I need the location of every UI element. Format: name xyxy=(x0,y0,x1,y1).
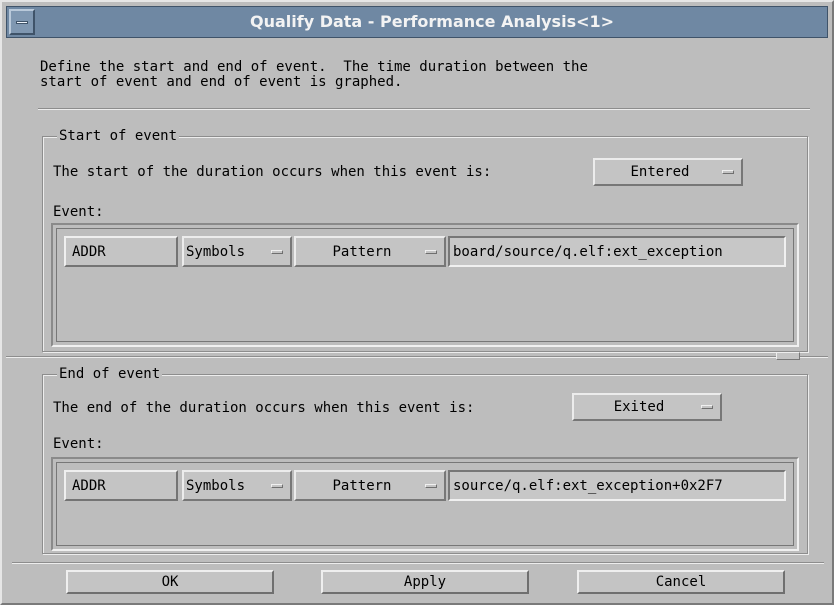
start-event-label: Event: xyxy=(53,204,104,220)
end-mode-value: Pattern xyxy=(332,477,392,494)
description-separator xyxy=(38,108,810,110)
option-menu-indicator-icon xyxy=(271,249,283,254)
end-group-legend: End of event xyxy=(57,365,163,383)
window-title: Qualify Data - Performance Analysis<1> xyxy=(249,12,615,31)
end-event-label: Event: xyxy=(53,436,104,452)
ok-button[interactable]: OK xyxy=(66,570,274,594)
title-bar[interactable]: Qualify Data - Performance Analysis<1> xyxy=(6,6,828,38)
end-format-value: Symbols xyxy=(186,477,246,494)
end-event-list: ADDR Symbols Pattern source/q.elf:ext_ex… xyxy=(51,457,799,551)
end-prompt-label: The end of the duration occurs when this… xyxy=(53,400,475,416)
end-mode-option-menu[interactable]: Pattern xyxy=(294,470,446,501)
end-format-option-menu[interactable]: Symbols xyxy=(182,470,292,501)
window-menu-button[interactable] xyxy=(9,9,35,35)
start-when-value: Entered xyxy=(630,164,690,180)
option-menu-indicator-icon xyxy=(271,483,283,488)
pane-sash xyxy=(6,356,828,358)
apply-button[interactable]: Apply xyxy=(321,570,529,594)
start-of-event-group: Start of event The start of the duration… xyxy=(42,127,808,352)
start-prompt-label: The start of the duration occurs when th… xyxy=(53,164,492,180)
start-mode-value: Pattern xyxy=(332,243,392,260)
start-event-value-field[interactable]: board/source/q.elf:ext_exception xyxy=(448,236,786,267)
start-bus-button[interactable]: ADDR xyxy=(64,236,178,267)
cancel-button[interactable]: Cancel xyxy=(577,570,785,594)
start-event-list: ADDR Symbols Pattern board/source/q.elf:… xyxy=(51,223,799,347)
option-menu-indicator-icon xyxy=(722,170,734,174)
start-group-legend: Start of event xyxy=(57,127,180,145)
end-when-option-menu[interactable]: Exited xyxy=(572,393,722,421)
window-menu-icon xyxy=(16,21,28,24)
pane-sash-handle[interactable] xyxy=(776,352,800,360)
start-format-value: Symbols xyxy=(186,243,246,260)
dialog-window: Qualify Data - Performance Analysis<1> D… xyxy=(0,0,834,605)
start-format-option-menu[interactable]: Symbols xyxy=(182,236,292,267)
start-mode-option-menu[interactable]: Pattern xyxy=(294,236,446,267)
end-when-value: Exited xyxy=(613,399,665,415)
end-bus-button[interactable]: ADDR xyxy=(64,470,178,501)
description-text: Define the start and end of event. The t… xyxy=(40,59,588,90)
end-of-event-group: End of event The end of the duration occ… xyxy=(42,365,808,554)
option-menu-indicator-icon xyxy=(425,483,437,488)
option-menu-indicator-icon xyxy=(425,249,437,254)
start-when-option-menu[interactable]: Entered xyxy=(593,158,743,186)
end-event-value-field[interactable]: source/q.elf:ext_exception+0x2F7 xyxy=(448,470,786,501)
option-menu-indicator-icon xyxy=(701,405,713,409)
